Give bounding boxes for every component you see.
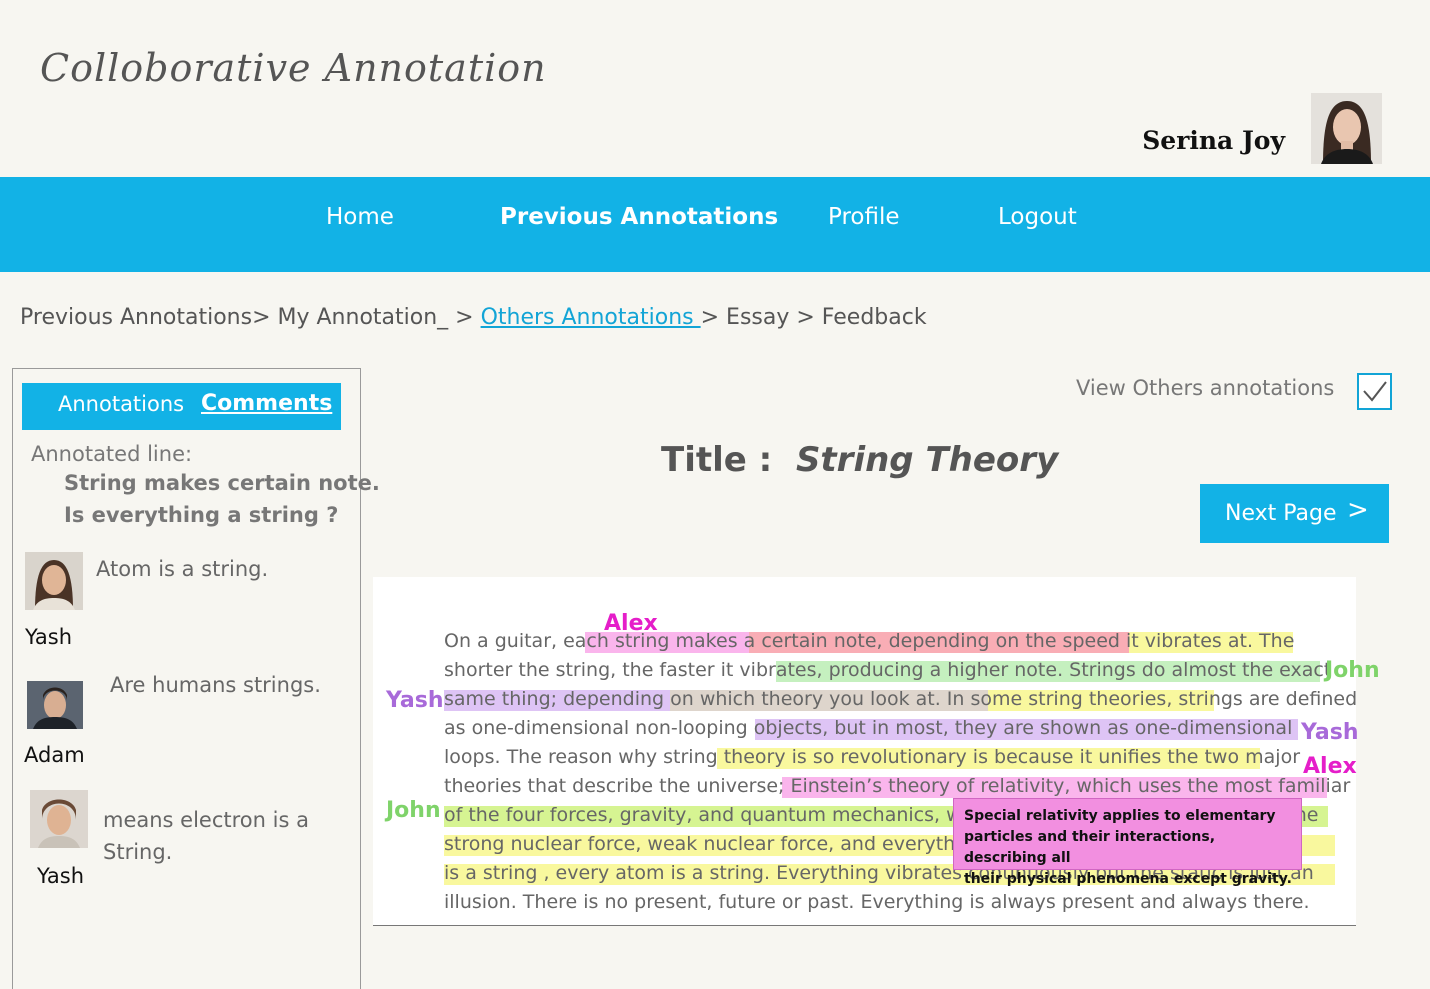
next-page-button[interactable]: Next Page >	[1200, 484, 1389, 543]
annotator-label[interactable]: Alex	[1303, 754, 1357, 779]
essay-line: same thing; depending on which theory yo…	[444, 688, 1358, 710]
commenter-avatar[interactable]	[30, 790, 88, 848]
breadcrumb-separator: >	[789, 305, 822, 330]
annotator-label[interactable]: Yash	[386, 688, 444, 713]
essay-line: loops. The reason why string theory is s…	[444, 746, 1301, 768]
breadcrumb-others-annotations[interactable]: Others Annotations	[481, 305, 701, 330]
essay-line: theories that describe the universe; Ein…	[444, 775, 1351, 797]
commenter-avatar[interactable]	[27, 681, 83, 729]
user-name: Serina Joy	[1142, 126, 1285, 155]
breadcrumb-separator: >	[252, 305, 278, 330]
breadcrumb-my-annotation[interactable]: My Annotation_	[278, 305, 449, 330]
breadcrumb-separator: >	[700, 305, 727, 330]
tab-annotations[interactable]: Annotations	[58, 392, 184, 416]
comment-text: Atom is a string.	[96, 557, 269, 581]
essay-line: shorter the string, the faster it vibrat…	[444, 659, 1332, 681]
annotator-label[interactable]: Yash	[1301, 720, 1359, 745]
tooltip-line: particles and their interactions, descri…	[964, 829, 1216, 866]
tooltip-line: Special relativity applies to elementary	[964, 808, 1276, 824]
view-others-checkbox[interactable]	[1357, 373, 1392, 410]
check-icon	[1363, 381, 1387, 402]
essay-line: as one-dimensional non-looping objects, …	[444, 717, 1293, 739]
annotated-line: Is everything a string ?	[64, 503, 339, 527]
essay-line: On a guitar, each string makes a certain…	[444, 630, 1295, 652]
nav-home[interactable]: Home	[326, 204, 394, 230]
tooltip-line: their physical phenomena except gravity.	[964, 871, 1292, 887]
breadcrumb-separator: >	[448, 305, 481, 330]
breadcrumb-feedback[interactable]: Feedback	[822, 305, 927, 330]
comment-text: means electron is a String.	[103, 808, 309, 864]
view-others-label: View Others annotations	[1076, 376, 1335, 400]
annotator-label[interactable]: John	[386, 798, 441, 823]
next-page-label: Next Page	[1225, 501, 1337, 526]
user-avatar[interactable]	[1311, 93, 1382, 164]
annotated-line-label: Annotated line:	[31, 442, 193, 466]
title-value: String Theory	[795, 440, 1059, 480]
tab-comments[interactable]: Comments	[201, 391, 332, 416]
document-title: Title : String Theory	[661, 440, 1058, 480]
nav-previous-annotations[interactable]: Previous Annotations	[500, 204, 778, 230]
title-label: Title :	[661, 440, 773, 480]
nav-logout[interactable]: Logout	[998, 204, 1077, 230]
commenter-name: Yash	[37, 864, 85, 888]
breadcrumb-essay[interactable]: Essay	[726, 305, 789, 330]
commenter-avatar[interactable]	[25, 552, 83, 610]
nav-profile[interactable]: Profile	[828, 204, 900, 230]
annotated-line: String makes certain note.	[64, 471, 380, 495]
breadcrumb: Previous Annotations> My Annotation_ > O…	[20, 305, 927, 330]
commenter-name: Adam	[24, 743, 85, 767]
chevron-right-icon: >	[1347, 495, 1369, 525]
comment-text: Are humans strings.	[110, 673, 321, 697]
commenter-name: Yash	[25, 625, 73, 649]
app-title: Colloborative Annotation	[40, 46, 547, 90]
annotator-label[interactable]: Alex	[604, 611, 658, 636]
breadcrumb-previous-annotations[interactable]: Previous Annotations	[20, 305, 252, 330]
essay-line: illusion. There is no present, future or…	[444, 891, 1310, 913]
annotation-tooltip: Special relativity applies to elementary…	[953, 798, 1302, 887]
annotator-label[interactable]: John	[1325, 658, 1380, 683]
